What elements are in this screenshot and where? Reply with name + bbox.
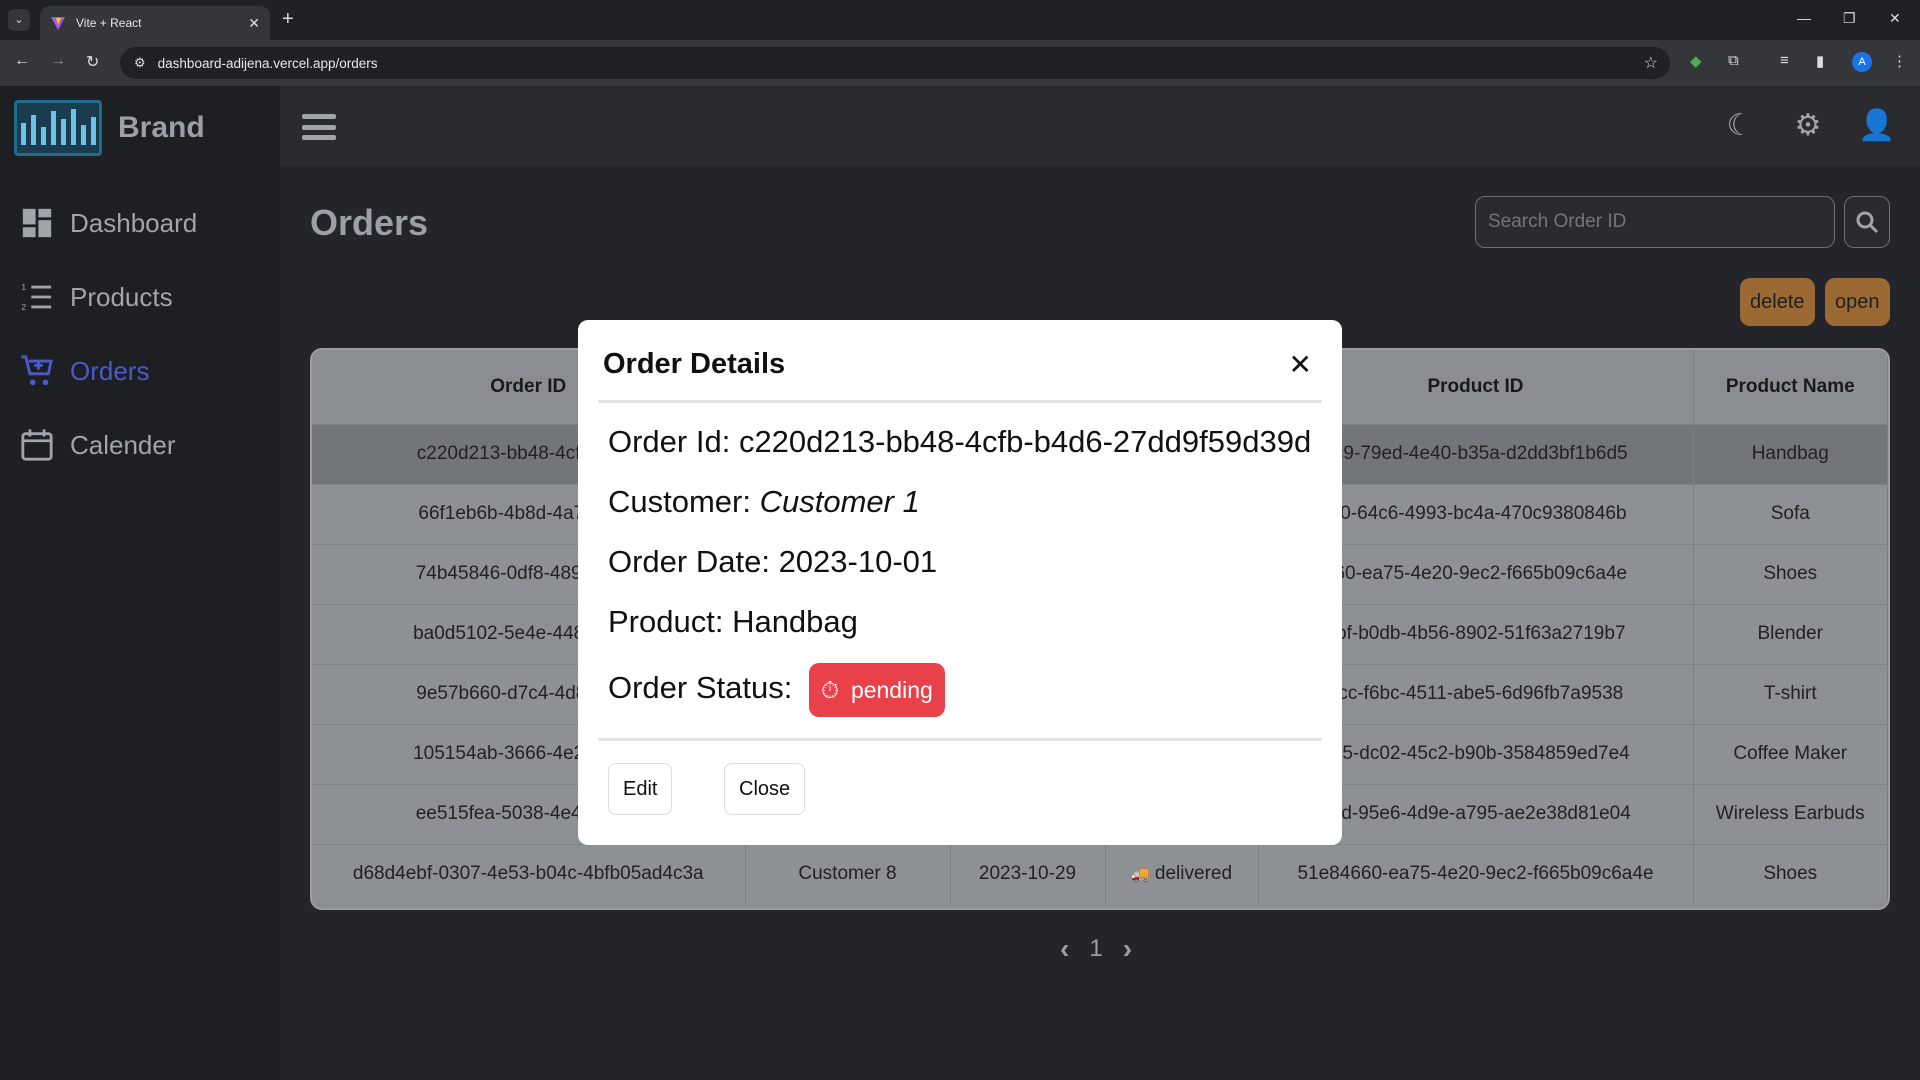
close-button[interactable]: Close [724,763,806,815]
browser-tab[interactable]: Vite + React ✕ [40,6,270,40]
search-button[interactable] [1844,196,1890,248]
order-id-line: Order Id: c220d213-bb48-4cfb-b4d6-27dd9f… [608,424,1311,460]
minimize-icon[interactable]: — [1797,10,1811,26]
search-order-input[interactable] [1475,196,1835,248]
brand[interactable]: Brand [14,100,205,156]
sidebar-item-dashboard[interactable]: Dashboard [20,186,197,260]
product-label: Product: [608,604,733,639]
product-name-cell: T-shirt [1693,663,1888,724]
dark-mode-moon-icon[interactable]: ☾ [1722,108,1758,144]
product-id-cell: 51e84660-ea75-4e20-9ec2-f665b09c6a4e [1258,843,1694,904]
restore-icon[interactable]: ❐ [1843,10,1856,27]
product-name-cell: Sofa [1693,483,1888,544]
browser-tab-bar: ⌄ Vite + React ✕ + — ❐ ✕ [0,0,1920,40]
browser-toolbar: ← → ↻ ⚙ dashboard-adijena.vercel.app/ord… [0,40,1920,86]
top-bar: ☾ ⚙ 👤 [280,86,1920,166]
order-status-line: Order Status: ⏱ pending [608,663,945,717]
back-icon[interactable]: ← [14,52,30,70]
forward-icon[interactable]: → [50,52,66,70]
reload-icon[interactable]: ↻ [86,52,99,72]
order-date-value: 2023-10-01 [778,544,938,579]
profile-avatar[interactable]: A [1852,52,1872,72]
product-value: Handbag [732,604,858,639]
product-line: Product: Handbag [608,604,858,640]
site-info-icon[interactable]: ⚙ [134,55,146,71]
order-id-value: c220d213-bb48-4cfb-b4d6-27dd9f59d39d [738,424,1312,459]
sidebar-item-orders[interactable]: Orders [20,334,197,408]
prev-page-chevron-icon[interactable]: ‹ [1060,933,1069,965]
sidebar-item-label: Dashboard [70,207,198,238]
next-page-chevron-icon[interactable]: › [1123,933,1132,965]
order-id-cell: d68d4ebf-0307-4e53-b04c-4bfb05ad4c3a [312,843,746,904]
customer-label: Customer: [608,484,760,519]
order-id-label: Order Id: [608,424,739,459]
sidebar-item-label: Orders [70,355,150,386]
bookmark-star-icon[interactable]: ☆ [1644,53,1658,73]
sidebar-item-calender[interactable]: Calender [20,408,197,482]
url-text: dashboard-adijena.vercel.app/orders [157,55,378,71]
new-tab-button[interactable]: + [282,8,294,31]
truck-icon: 🚚 [1130,866,1150,884]
sidebar: Brand Dashboard 12 Products Orders Calen… [0,86,280,1080]
customer-cell: Customer 8 [745,843,951,904]
page-number[interactable]: 1 [1089,935,1102,963]
customer-line: Customer: Customer 1 [608,484,920,520]
product-name-cell: Wireless Earbuds [1693,783,1888,844]
extensions-puzzle-icon[interactable]: ⧉ [1728,52,1739,69]
order-date-cell: 2023-10-29 [950,843,1106,904]
stopwatch-icon: ⏱ [820,676,839,703]
sidebar-item-label: Calender [70,429,176,460]
calendar-icon [21,429,53,461]
status-text: delivered [1154,863,1233,885]
pagination: ‹ 1 › [1060,933,1132,965]
browser-menu-icon[interactable]: ⋮ [1892,52,1907,70]
order-details-modal: Order Details ✕ Order Id: c220d213-bb48-… [578,320,1342,845]
product-name-cell: Handbag [1693,423,1888,484]
hamburger-menu-icon[interactable] [302,114,336,140]
product-name-cell: Coffee Maker [1693,723,1888,784]
page-title: Orders [310,202,429,243]
svg-text:1: 1 [21,282,26,292]
divider [598,738,1322,741]
address-bar[interactable]: ⚙ dashboard-adijena.vercel.app/orders ☆ [120,47,1670,79]
media-controls-icon[interactable]: ≡ [1780,52,1789,69]
order-date-label: Order Date: [608,544,779,579]
table-row[interactable]: d68d4ebf-0307-4e53-b04c-4bfb05ad4c3a Cus… [312,843,1888,904]
extension-icon[interactable]: ◆ [1690,52,1702,70]
sidebar-item-products[interactable]: 12 Products [20,260,197,334]
settings-gear-icon[interactable]: ⚙ [1790,108,1826,144]
open-button[interactable]: open [1825,278,1890,326]
vite-favicon-icon [51,17,65,30]
dashboard-icon [22,208,52,238]
tab-search-button[interactable]: ⌄ [8,9,30,31]
status-badge-text: pending [850,676,933,703]
modal-close-icon[interactable]: ✕ [1289,348,1312,381]
customer-value: Customer 1 [759,484,920,519]
status-badge: ⏱ pending [808,663,945,717]
side-panel-icon[interactable]: ▮ [1816,52,1824,70]
sidebar-nav: Dashboard 12 Products Orders Calender [20,186,197,482]
sidebar-item-label: Products [70,281,173,312]
product-name-cell: Shoes [1693,843,1888,904]
column-header[interactable]: Product Name [1693,350,1888,424]
order-status-label: Order Status: [608,670,793,706]
edit-button[interactable]: Edit [608,763,673,815]
svg-text:2: 2 [21,302,26,312]
order-date-line: Order Date: 2023-10-01 [608,544,937,580]
product-name-cell: Shoes [1693,543,1888,604]
tab-close-icon[interactable]: ✕ [248,15,260,32]
list-icon: 12 [21,282,52,312]
product-name-cell: Blender [1693,603,1888,664]
tab-title: Vite + React [76,16,142,30]
brand-logo [14,100,102,156]
delete-button[interactable]: delete [1740,278,1815,326]
status-cell: 🚚 delivered [1105,843,1259,904]
window-close-icon[interactable]: ✕ [1889,10,1901,27]
brand-name: Brand [118,111,205,144]
cart-icon [21,355,53,386]
divider [598,400,1322,403]
search-icon [1856,211,1879,234]
user-avatar-icon[interactable]: 👤 [1858,108,1895,144]
modal-title: Order Details [603,348,786,380]
